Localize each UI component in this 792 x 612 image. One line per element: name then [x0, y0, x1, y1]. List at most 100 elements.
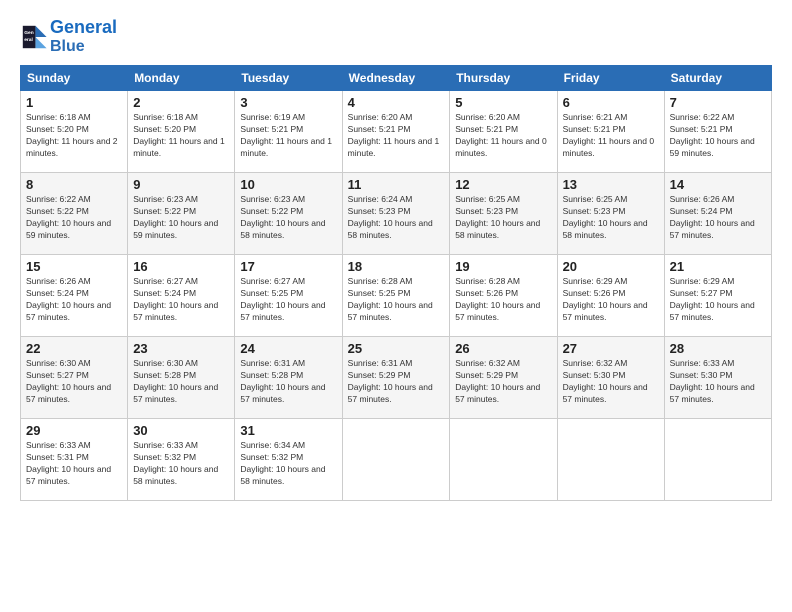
- daylight: Daylight: 10 hours and 57 minutes.: [455, 382, 551, 406]
- sunrise: Sunrise: 6:22 AM: [670, 112, 766, 124]
- calendar-cell: 26 Sunrise: 6:32 AM Sunset: 5:29 PM Dayl…: [450, 337, 557, 419]
- day-info: Sunrise: 6:31 AM Sunset: 5:29 PM Dayligh…: [348, 358, 445, 406]
- day-info: Sunrise: 6:21 AM Sunset: 5:21 PM Dayligh…: [563, 112, 659, 160]
- day-info: Sunrise: 6:24 AM Sunset: 5:23 PM Dayligh…: [348, 194, 445, 242]
- daylight: Daylight: 10 hours and 59 minutes.: [670, 136, 766, 160]
- sunrise: Sunrise: 6:22 AM: [26, 194, 122, 206]
- weekday-header-wednesday: Wednesday: [342, 66, 450, 91]
- sunset: Sunset: 5:30 PM: [670, 370, 766, 382]
- daylight: Daylight: 10 hours and 58 minutes.: [455, 218, 551, 242]
- sunrise: Sunrise: 6:26 AM: [26, 276, 122, 288]
- day-number: 17: [240, 259, 336, 274]
- daylight: Daylight: 10 hours and 57 minutes.: [26, 464, 122, 488]
- sunrise: Sunrise: 6:23 AM: [133, 194, 229, 206]
- calendar-cell: 18 Sunrise: 6:28 AM Sunset: 5:25 PM Dayl…: [342, 255, 450, 337]
- calendar-cell: 7 Sunrise: 6:22 AM Sunset: 5:21 PM Dayli…: [664, 91, 771, 173]
- daylight: Daylight: 10 hours and 58 minutes.: [563, 218, 659, 242]
- day-info: Sunrise: 6:19 AM Sunset: 5:21 PM Dayligh…: [240, 112, 336, 160]
- calendar-cell: 30 Sunrise: 6:33 AM Sunset: 5:32 PM Dayl…: [128, 419, 235, 501]
- day-number: 7: [670, 95, 766, 110]
- sunrise: Sunrise: 6:20 AM: [348, 112, 445, 124]
- day-info: Sunrise: 6:27 AM Sunset: 5:24 PM Dayligh…: [133, 276, 229, 324]
- sunrise: Sunrise: 6:18 AM: [133, 112, 229, 124]
- day-number: 4: [348, 95, 445, 110]
- calendar-cell: 21 Sunrise: 6:29 AM Sunset: 5:27 PM Dayl…: [664, 255, 771, 337]
- daylight: Daylight: 10 hours and 57 minutes.: [26, 300, 122, 324]
- day-info: Sunrise: 6:30 AM Sunset: 5:28 PM Dayligh…: [133, 358, 229, 406]
- day-info: Sunrise: 6:26 AM Sunset: 5:24 PM Dayligh…: [670, 194, 766, 242]
- sunset: Sunset: 5:22 PM: [240, 206, 336, 218]
- daylight: Daylight: 10 hours and 57 minutes.: [348, 382, 445, 406]
- day-info: Sunrise: 6:28 AM Sunset: 5:26 PM Dayligh…: [455, 276, 551, 324]
- sunrise: Sunrise: 6:32 AM: [563, 358, 659, 370]
- calendar-cell: 15 Sunrise: 6:26 AM Sunset: 5:24 PM Dayl…: [21, 255, 128, 337]
- day-number: 31: [240, 423, 336, 438]
- day-info: Sunrise: 6:25 AM Sunset: 5:23 PM Dayligh…: [455, 194, 551, 242]
- calendar-cell: 28 Sunrise: 6:33 AM Sunset: 5:30 PM Dayl…: [664, 337, 771, 419]
- calendar-cell: 10 Sunrise: 6:23 AM Sunset: 5:22 PM Dayl…: [235, 173, 342, 255]
- day-number: 9: [133, 177, 229, 192]
- daylight: Daylight: 10 hours and 58 minutes.: [133, 464, 229, 488]
- calendar-cell: 31 Sunrise: 6:34 AM Sunset: 5:32 PM Dayl…: [235, 419, 342, 501]
- logo: Gen eral General Blue: [20, 18, 117, 55]
- day-info: Sunrise: 6:22 AM Sunset: 5:21 PM Dayligh…: [670, 112, 766, 160]
- weekday-header-saturday: Saturday: [664, 66, 771, 91]
- sunset: Sunset: 5:20 PM: [133, 124, 229, 136]
- daylight: Daylight: 11 hours and 2 minutes.: [26, 136, 122, 160]
- logo-icon: Gen eral: [20, 23, 48, 51]
- daylight: Daylight: 10 hours and 57 minutes.: [670, 300, 766, 324]
- sunset: Sunset: 5:22 PM: [133, 206, 229, 218]
- sunrise: Sunrise: 6:19 AM: [240, 112, 336, 124]
- sunset: Sunset: 5:20 PM: [26, 124, 122, 136]
- sunrise: Sunrise: 6:18 AM: [26, 112, 122, 124]
- day-info: Sunrise: 6:18 AM Sunset: 5:20 PM Dayligh…: [133, 112, 229, 160]
- sunrise: Sunrise: 6:26 AM: [670, 194, 766, 206]
- sunrise: Sunrise: 6:30 AM: [133, 358, 229, 370]
- day-info: Sunrise: 6:34 AM Sunset: 5:32 PM Dayligh…: [240, 440, 336, 488]
- weekday-header-tuesday: Tuesday: [235, 66, 342, 91]
- sunrise: Sunrise: 6:33 AM: [133, 440, 229, 452]
- sunrise: Sunrise: 6:23 AM: [240, 194, 336, 206]
- sunset: Sunset: 5:23 PM: [455, 206, 551, 218]
- daylight: Daylight: 10 hours and 57 minutes.: [26, 382, 122, 406]
- sunset: Sunset: 5:24 PM: [670, 206, 766, 218]
- daylight: Daylight: 10 hours and 57 minutes.: [348, 300, 445, 324]
- day-number: 13: [563, 177, 659, 192]
- calendar-cell: [557, 419, 664, 501]
- day-number: 19: [455, 259, 551, 274]
- day-number: 10: [240, 177, 336, 192]
- day-number: 22: [26, 341, 122, 356]
- day-number: 11: [348, 177, 445, 192]
- calendar-cell: 5 Sunrise: 6:20 AM Sunset: 5:21 PM Dayli…: [450, 91, 557, 173]
- calendar-cell: 3 Sunrise: 6:19 AM Sunset: 5:21 PM Dayli…: [235, 91, 342, 173]
- sunset: Sunset: 5:25 PM: [348, 288, 445, 300]
- sunrise: Sunrise: 6:25 AM: [455, 194, 551, 206]
- day-info: Sunrise: 6:29 AM Sunset: 5:26 PM Dayligh…: [563, 276, 659, 324]
- weekday-header-sunday: Sunday: [21, 66, 128, 91]
- weekday-header-monday: Monday: [128, 66, 235, 91]
- sunrise: Sunrise: 6:29 AM: [670, 276, 766, 288]
- day-number: 23: [133, 341, 229, 356]
- daylight: Daylight: 10 hours and 57 minutes.: [133, 382, 229, 406]
- sunrise: Sunrise: 6:25 AM: [563, 194, 659, 206]
- day-info: Sunrise: 6:23 AM Sunset: 5:22 PM Dayligh…: [133, 194, 229, 242]
- sunrise: Sunrise: 6:20 AM: [455, 112, 551, 124]
- day-info: Sunrise: 6:27 AM Sunset: 5:25 PM Dayligh…: [240, 276, 336, 324]
- day-number: 1: [26, 95, 122, 110]
- day-info: Sunrise: 6:33 AM Sunset: 5:32 PM Dayligh…: [133, 440, 229, 488]
- calendar: SundayMondayTuesdayWednesdayThursdayFrid…: [20, 65, 772, 501]
- day-number: 15: [26, 259, 122, 274]
- header: Gen eral General Blue: [20, 18, 772, 55]
- sunrise: Sunrise: 6:32 AM: [455, 358, 551, 370]
- daylight: Daylight: 11 hours and 0 minutes.: [455, 136, 551, 160]
- sunset: Sunset: 5:21 PM: [455, 124, 551, 136]
- sunset: Sunset: 5:21 PM: [240, 124, 336, 136]
- day-info: Sunrise: 6:26 AM Sunset: 5:24 PM Dayligh…: [26, 276, 122, 324]
- svg-text:eral: eral: [24, 37, 33, 43]
- daylight: Daylight: 10 hours and 57 minutes.: [670, 218, 766, 242]
- daylight: Daylight: 10 hours and 57 minutes.: [133, 300, 229, 324]
- sunset: Sunset: 5:23 PM: [348, 206, 445, 218]
- day-info: Sunrise: 6:30 AM Sunset: 5:27 PM Dayligh…: [26, 358, 122, 406]
- daylight: Daylight: 10 hours and 58 minutes.: [240, 464, 336, 488]
- sunrise: Sunrise: 6:28 AM: [455, 276, 551, 288]
